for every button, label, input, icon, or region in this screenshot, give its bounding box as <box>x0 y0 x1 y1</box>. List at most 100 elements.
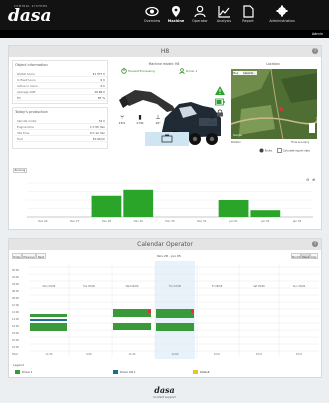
next-button[interactable]: Next <box>36 253 46 259</box>
day-total: 0:0.0 <box>295 353 303 356</box>
map-satellite-image <box>231 69 317 139</box>
chart-icon <box>218 6 230 18</box>
x-tick-label: Dec 26 <box>38 219 47 223</box>
day-total: 11:30 <box>45 353 53 356</box>
export-icon <box>277 148 282 153</box>
calendar-event[interactable] <box>30 314 67 317</box>
nav-item-analysis[interactable]: Analysis <box>212 5 236 23</box>
map-tab-satellite-label[interactable]: Satellite <box>243 71 253 76</box>
x-tick-label: Dec 30 <box>165 219 174 223</box>
nav-item-operator[interactable]: Operator <box>188 5 212 23</box>
warning-icon[interactable] <box>215 86 225 95</box>
status-running: Harvest Processing <box>121 68 155 74</box>
bar <box>123 189 154 217</box>
nav-item-machine[interactable]: Machine <box>164 5 188 23</box>
timeline-chart[interactable]: Dec 26 Dec 27 Dec 28 Dec 29 Dec 30 Dec 31 Jan … <box>13 177 319 229</box>
footer-logo: dasa <box>154 385 175 395</box>
zoom-control[interactable] <box>309 123 315 133</box>
bar <box>91 195 122 217</box>
info-value: 0 h <box>100 78 105 82</box>
top-navigation-bar: CONTROL SYSTEMS dasa Overview Machine Op… <box>0 0 329 30</box>
calendar-event[interactable] <box>30 319 67 321</box>
legend-swatch <box>15 370 20 374</box>
x-tick-label: Jan 03 <box>292 219 301 223</box>
time-label: Time accuracy <box>291 141 310 144</box>
battery-icon <box>215 98 225 106</box>
logo-wordmark: dasa <box>8 6 52 26</box>
previous-button[interactable]: Previous <box>22 253 36 259</box>
status-driver: Driver 1 <box>179 68 197 75</box>
production-key: Engine time <box>17 125 34 129</box>
stat-fuel: ▮ 1741 <box>131 114 149 125</box>
stat-value: 76.1 <box>190 121 198 125</box>
nav-item-overview[interactable]: Overview <box>140 5 164 23</box>
footer-support-link[interactable]: Contact support <box>0 395 329 399</box>
today-button[interactable]: Today <box>12 253 22 259</box>
nav-item-administration[interactable]: Administration <box>264 5 300 23</box>
info-row: In fleet hours 0 h <box>15 77 107 83</box>
info-key: Average shift <box>17 90 36 94</box>
week-button[interactable]: Week <box>301 253 310 259</box>
x-tick-label: Dec 31 <box>197 219 206 223</box>
help-icon[interactable]: ? <box>312 241 318 247</box>
info-row: Average shift 10.69 h <box>15 89 107 95</box>
panel-title: Calendar Operator <box>9 239 321 250</box>
nav-label: Analysis <box>216 19 232 23</box>
event-flag-icon <box>148 310 151 313</box>
route-label: Route <box>264 149 273 153</box>
day-total: 12:00 <box>171 353 179 356</box>
export-button[interactable]: Calculate export data <box>277 148 310 153</box>
month-button[interactable]: Month <box>291 253 301 259</box>
production-value: 31.00 l/h <box>92 137 105 141</box>
action-button[interactable] <box>145 132 189 146</box>
route-button[interactable]: Route <box>259 148 272 153</box>
legend-item: Driver Old 1 <box>113 370 136 375</box>
info-key: Fill <box>17 96 21 100</box>
legend-label: Driver 1 <box>22 371 33 374</box>
user-bar: Admin <box>0 30 329 38</box>
info-key: Active in hours <box>17 84 38 88</box>
x-tick-label: Jan 01 <box>228 219 237 223</box>
production-box: Today's production Spindle motor 31 h Eng… <box>12 107 108 149</box>
production-row: Idle time 0 h 12 min <box>15 130 107 136</box>
stat-value: 16° <box>155 121 161 125</box>
person-icon <box>194 5 206 18</box>
stat-pressure: ♨ 28.1 <box>167 114 185 125</box>
dasa-logo[interactable]: CONTROL SYSTEMS dasa <box>8 5 68 26</box>
totals-label: Total <box>12 353 18 356</box>
calendar-panel: Calendar Operator ? Today Previous Next … <box>8 238 322 378</box>
info-value: 0 h <box>100 84 105 88</box>
calendar-event[interactable] <box>30 323 67 331</box>
calendar-event[interactable] <box>113 309 151 317</box>
chair-icon: ⑂ <box>120 114 124 121</box>
x-tick-label: Dec 27 <box>70 219 79 223</box>
machine-model-title: Machine model: H8 <box>148 62 180 66</box>
nav-label: Machine <box>167 19 185 23</box>
day-button[interactable]: Day <box>310 253 318 259</box>
legend-label: Driver Old 1 <box>120 371 136 374</box>
info-row: Global hours 31 377 h <box>15 71 107 77</box>
calendar-event[interactable] <box>156 323 194 331</box>
x-tick-label: Dec 29 <box>134 219 143 223</box>
map-tab-map-label[interactable]: Map <box>233 71 238 76</box>
route-icon <box>259 148 264 153</box>
calendar-event[interactable] <box>156 309 194 318</box>
calendar-grid[interactable]: Mon 04/06 Tue 05/06 Wed 06/06 Thu 07/06 … <box>9 261 321 361</box>
location-map[interactable] <box>231 69 317 139</box>
stat-value: 28.1 <box>172 121 180 125</box>
help-icon[interactable]: ? <box>312 48 318 54</box>
legend-swatch <box>113 370 118 374</box>
info-value: 31 377 h <box>92 72 105 76</box>
day-total: 0:0.0 <box>255 353 263 356</box>
production-value: 31 h <box>98 119 105 123</box>
running-filter-tag[interactable]: Running <box>13 168 27 173</box>
calendar-event[interactable] <box>113 323 151 330</box>
thermometer-icon: ⊥ <box>155 114 161 121</box>
user-menu[interactable]: Admin <box>312 32 323 36</box>
pin-icon <box>172 6 180 17</box>
nav-item-report[interactable]: Report <box>236 5 260 23</box>
info-value: 10.69 h <box>94 90 105 94</box>
main-nav: Overview Machine Operator Analysis Repor… <box>140 5 325 27</box>
legend-swatch <box>193 370 198 374</box>
stat-rpm: ⌁ 76.1 <box>185 114 203 125</box>
